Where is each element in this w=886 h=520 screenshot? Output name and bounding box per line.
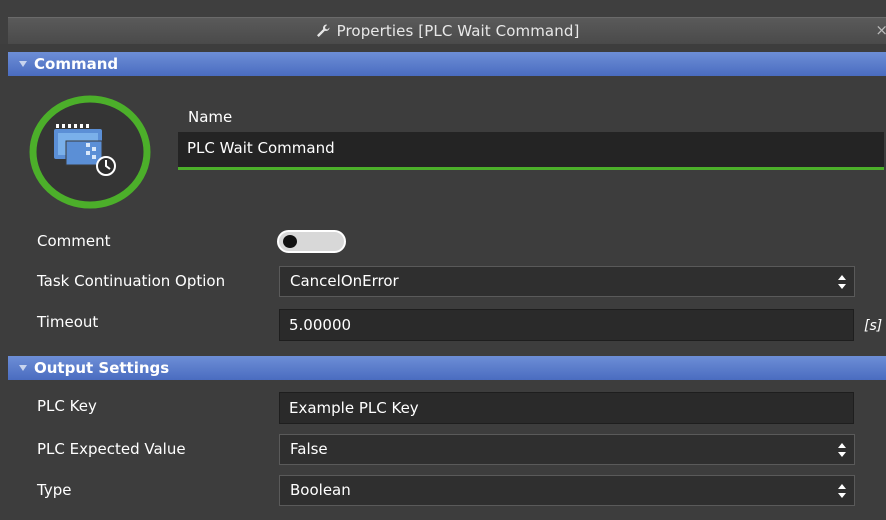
timeout-unit: [s]: [864, 318, 883, 334]
task-continuation-label: Task Continuation Option: [37, 272, 226, 290]
section-header-command[interactable]: Command: [8, 52, 886, 76]
timeout-input[interactable]: 5.00000: [279, 309, 854, 341]
updown-arrows-icon: [838, 443, 846, 457]
window-titlebar: Properties [PLC Wait Command] ×: [0, 0, 886, 44]
task-continuation-value: CancelOnError: [290, 272, 399, 290]
name-label: Name: [188, 108, 233, 126]
type-value: Boolean: [290, 481, 351, 499]
wrench-icon: [316, 24, 330, 37]
section-header-output-settings[interactable]: Output Settings: [8, 356, 886, 380]
name-input-underline: [178, 167, 884, 170]
timeout-label: Timeout: [37, 313, 99, 331]
collapse-triangle-icon[interactable]: [19, 61, 27, 67]
titlebar-inner: Properties [PLC Wait Command] ×: [8, 17, 886, 44]
type-label: Type: [37, 481, 72, 499]
updown-arrows-icon: [838, 275, 846, 289]
name-input[interactable]: PLC Wait Command: [178, 132, 884, 167]
plc-expected-value-select[interactable]: False: [279, 434, 855, 465]
plc-expected-value: False: [290, 440, 328, 458]
section-output-label: Output Settings: [34, 359, 170, 377]
window-title: Properties [PLC Wait Command]: [8, 22, 886, 40]
task-continuation-select[interactable]: CancelOnError: [279, 266, 855, 297]
plc-command-icon: [29, 95, 151, 209]
comment-toggle[interactable]: [277, 230, 346, 253]
type-select[interactable]: Boolean: [279, 475, 855, 506]
plc-key-label: PLC Key: [37, 397, 97, 415]
window-title-text: Properties [PLC Wait Command]: [336, 22, 580, 40]
section-command-label: Command: [34, 55, 119, 73]
plc-key-input[interactable]: Example PLC Key: [279, 392, 854, 424]
updown-arrows-icon: [838, 484, 846, 498]
plc-expected-value-label: PLC Expected Value: [37, 440, 186, 458]
close-icon[interactable]: ×: [875, 21, 886, 39]
collapse-triangle-icon[interactable]: [19, 365, 27, 371]
comment-toggle-knob[interactable]: [283, 235, 297, 248]
comment-label: Comment: [37, 232, 111, 250]
